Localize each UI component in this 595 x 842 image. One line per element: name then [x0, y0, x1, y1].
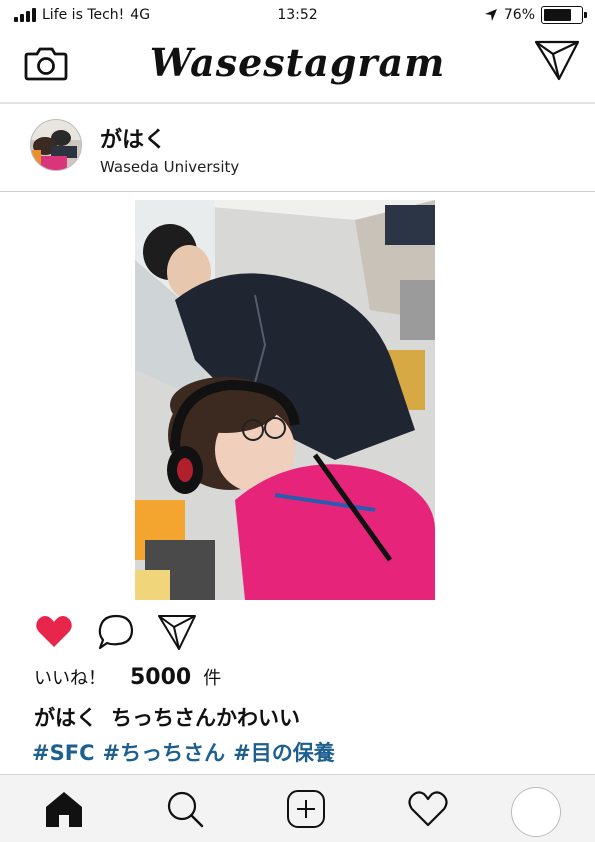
- heart-icon[interactable]: [34, 612, 74, 652]
- hashtags: #SFC #ちっちさん #目の保養: [32, 737, 343, 767]
- post-header: がはく Waseda University: [0, 104, 595, 192]
- likes-count: 5000: [130, 665, 192, 690]
- likes-unit: 件: [203, 668, 222, 689]
- photo-image: [135, 200, 435, 600]
- avatar-image: [31, 120, 81, 170]
- battery-fill: [544, 9, 572, 21]
- status-bar: Life is Tech! 4G 13:52 76%: [0, 0, 595, 32]
- search-icon[interactable]: [163, 787, 207, 831]
- avatar[interactable]: [30, 119, 82, 171]
- app-title: Wasestagram: [149, 40, 446, 85]
- hashtag-link[interactable]: #ちっちさん: [102, 741, 225, 765]
- post-username[interactable]: がはく: [100, 122, 166, 154]
- post-location[interactable]: Waseda University: [100, 158, 239, 176]
- hashtag-link[interactable]: #SFC: [32, 741, 94, 765]
- send-icon[interactable]: [533, 38, 581, 82]
- activity-icon[interactable]: [406, 787, 450, 831]
- post-actions: [0, 612, 595, 656]
- post-caption: がはく ちっちさんかわいい: [34, 702, 300, 732]
- post-photo[interactable]: [135, 200, 435, 600]
- battery-percent: 76%: [503, 7, 535, 23]
- battery-icon: [541, 6, 587, 24]
- add-post-icon[interactable]: [284, 787, 328, 831]
- hashtag-link[interactable]: #目の保養: [233, 741, 335, 765]
- bottom-tab-bar: [0, 774, 595, 842]
- status-right: 76%: [484, 6, 587, 24]
- home-icon[interactable]: [42, 787, 86, 831]
- likes-label: いいね！: [34, 668, 106, 689]
- location-arrow-icon: [484, 9, 497, 21]
- caption-username[interactable]: がはく: [34, 706, 97, 730]
- comment-icon[interactable]: [96, 612, 136, 652]
- caption-text: ちっちさんかわいい: [111, 706, 300, 730]
- share-icon[interactable]: [157, 612, 197, 652]
- top-nav-bar: Wasestagram: [0, 32, 595, 104]
- likes-summary[interactable]: いいね！ 5000 件: [34, 664, 221, 690]
- profile-icon[interactable]: [511, 787, 561, 837]
